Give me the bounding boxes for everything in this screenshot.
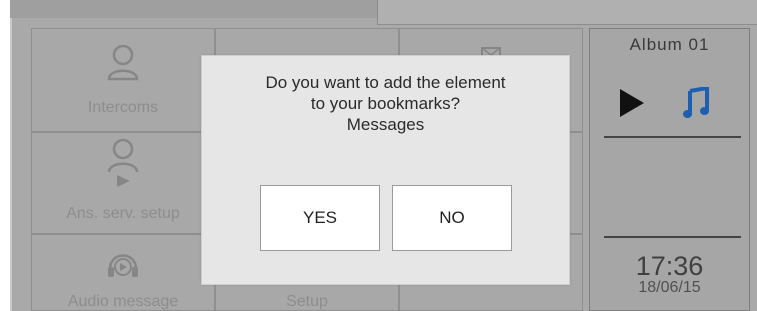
media-clock-panel: Album 01 17:36 18/06/15 (589, 28, 750, 311)
tile-ans-serv-setup-label: Ans. serv. setup (66, 205, 180, 222)
tile-audio-message-label: Audio message (67, 293, 179, 310)
music-note-icon[interactable] (683, 87, 709, 119)
person-icon (107, 44, 139, 81)
tile-ans-serv-setup[interactable]: Ans. serv. setup (31, 132, 215, 234)
bookmark-dialog: Do you want to add the element to your b… (201, 55, 570, 285)
panel-divider (604, 136, 741, 138)
frame-edge (10, 0, 12, 311)
tile-intercoms[interactable]: Intercoms (31, 28, 215, 132)
tile-setup-label: Setup (286, 293, 328, 310)
dialog-line-1: Do you want to add the element (265, 73, 506, 92)
clock-date: 18/06/15 (638, 279, 701, 296)
yes-button[interactable]: YES (260, 185, 380, 251)
tile-intercoms-label: Intercoms (87, 99, 159, 116)
top-bar-right (377, 0, 757, 25)
person-play-icon (107, 138, 139, 187)
dialog-line-3: Messages (346, 115, 425, 134)
top-bar-left (10, 0, 377, 18)
panel-divider (604, 236, 741, 238)
no-button[interactable]: NO (392, 185, 512, 251)
clock-time: 17:36 (635, 251, 704, 281)
tile-audio-message[interactable]: Audio message (31, 234, 215, 311)
play-icon[interactable] (620, 89, 644, 117)
dialog-line-2: to your bookmarks? (310, 94, 461, 113)
dialog-message: Do you want to add the element to your b… (202, 72, 569, 135)
album-title: Album 01 (629, 35, 710, 54)
headset-play-icon (108, 254, 138, 277)
